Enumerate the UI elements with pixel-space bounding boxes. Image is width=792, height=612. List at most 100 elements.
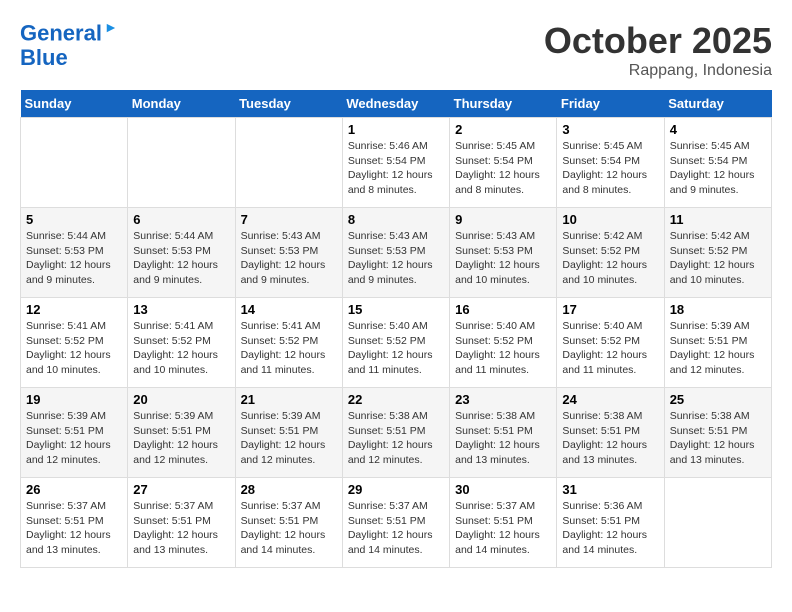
calendar-cell: 5 Sunrise: 5:44 AM Sunset: 5:53 PM Daylig… (21, 208, 128, 298)
day-detail: Sunrise: 5:37 AM Sunset: 5:51 PM Dayligh… (348, 499, 444, 558)
day-detail: Sunrise: 5:39 AM Sunset: 5:51 PM Dayligh… (670, 319, 766, 378)
day-number: 21 (241, 392, 337, 407)
day-number: 30 (455, 482, 551, 497)
calendar-cell (235, 118, 342, 208)
day-number: 13 (133, 302, 229, 317)
day-detail: Sunrise: 5:41 AM Sunset: 5:52 PM Dayligh… (241, 319, 337, 378)
day-number: 10 (562, 212, 658, 227)
logo-arrow: ► (104, 19, 118, 35)
header-wednesday: Wednesday (342, 90, 449, 118)
day-number: 25 (670, 392, 766, 407)
calendar-table: SundayMondayTuesdayWednesdayThursdayFrid… (20, 90, 772, 568)
header-saturday: Saturday (664, 90, 771, 118)
calendar-cell: 23 Sunrise: 5:38 AM Sunset: 5:51 PM Dayli… (450, 388, 557, 478)
day-number: 28 (241, 482, 337, 497)
logo-blue: Blue (20, 46, 118, 70)
calendar-cell (21, 118, 128, 208)
day-detail: Sunrise: 5:37 AM Sunset: 5:51 PM Dayligh… (133, 499, 229, 558)
day-number: 29 (348, 482, 444, 497)
calendar-cell (664, 478, 771, 568)
day-detail: Sunrise: 5:37 AM Sunset: 5:51 PM Dayligh… (26, 499, 122, 558)
day-number: 9 (455, 212, 551, 227)
logo-text: General► Blue (20, 20, 118, 70)
calendar-week-row: 12 Sunrise: 5:41 AM Sunset: 5:52 PM Dayli… (21, 298, 772, 388)
day-number: 6 (133, 212, 229, 227)
logo: General► Blue (20, 20, 118, 70)
day-detail: Sunrise: 5:38 AM Sunset: 5:51 PM Dayligh… (455, 409, 551, 468)
calendar-week-row: 5 Sunrise: 5:44 AM Sunset: 5:53 PM Daylig… (21, 208, 772, 298)
day-detail: Sunrise: 5:45 AM Sunset: 5:54 PM Dayligh… (670, 139, 766, 198)
day-detail: Sunrise: 5:44 AM Sunset: 5:53 PM Dayligh… (26, 229, 122, 288)
day-number: 1 (348, 122, 444, 137)
calendar-cell: 3Sunrise: 5:45 AM Sunset: 5:54 PM Daylig… (557, 118, 664, 208)
day-number: 26 (26, 482, 122, 497)
day-number: 8 (348, 212, 444, 227)
day-detail: Sunrise: 5:36 AM Sunset: 5:51 PM Dayligh… (562, 499, 658, 558)
calendar-cell: 25Sunrise: 5:38 AM Sunset: 5:51 PM Dayli… (664, 388, 771, 478)
day-detail: Sunrise: 5:37 AM Sunset: 5:51 PM Dayligh… (455, 499, 551, 558)
day-detail: Sunrise: 5:43 AM Sunset: 5:53 PM Dayligh… (348, 229, 444, 288)
day-number: 15 (348, 302, 444, 317)
day-number: 12 (26, 302, 122, 317)
day-number: 5 (26, 212, 122, 227)
day-number: 14 (241, 302, 337, 317)
header-thursday: Thursday (450, 90, 557, 118)
day-number: 31 (562, 482, 658, 497)
calendar-cell: 18 Sunrise: 5:39 AM Sunset: 5:51 PM Dayli… (664, 298, 771, 388)
calendar-week-row: 19 Sunrise: 5:39 AM Sunset: 5:51 PM Dayli… (21, 388, 772, 478)
calendar-cell: 7 Sunrise: 5:43 AM Sunset: 5:53 PM Daylig… (235, 208, 342, 298)
calendar-cell (128, 118, 235, 208)
day-detail: Sunrise: 5:39 AM Sunset: 5:51 PM Dayligh… (241, 409, 337, 468)
calendar-cell: 30 Sunrise: 5:37 AM Sunset: 5:51 PM Dayli… (450, 478, 557, 568)
day-number: 11 (670, 212, 766, 227)
calendar-cell: 16 Sunrise: 5:40 AM Sunset: 5:52 PM Dayli… (450, 298, 557, 388)
calendar-cell: 4Sunrise: 5:45 AM Sunset: 5:54 PM Daylig… (664, 118, 771, 208)
day-detail: Sunrise: 5:38 AM Sunset: 5:51 PM Dayligh… (348, 409, 444, 468)
header-tuesday: Tuesday (235, 90, 342, 118)
day-number: 3 (562, 122, 658, 137)
day-detail: Sunrise: 5:40 AM Sunset: 5:52 PM Dayligh… (562, 319, 658, 378)
day-detail: Sunrise: 5:39 AM Sunset: 5:51 PM Dayligh… (26, 409, 122, 468)
calendar-cell: 24Sunrise: 5:38 AM Sunset: 5:51 PM Dayli… (557, 388, 664, 478)
day-number: 19 (26, 392, 122, 407)
day-detail: Sunrise: 5:43 AM Sunset: 5:53 PM Dayligh… (241, 229, 337, 288)
day-detail: Sunrise: 5:46 AM Sunset: 5:54 PM Dayligh… (348, 139, 444, 198)
day-detail: Sunrise: 5:43 AM Sunset: 5:53 PM Dayligh… (455, 229, 551, 288)
day-number: 23 (455, 392, 551, 407)
location: Rappang, Indonesia (544, 62, 772, 80)
day-number: 18 (670, 302, 766, 317)
calendar-cell: 31 Sunrise: 5:36 AM Sunset: 5:51 PM Dayli… (557, 478, 664, 568)
day-detail: Sunrise: 5:42 AM Sunset: 5:52 PM Dayligh… (562, 229, 658, 288)
day-detail: Sunrise: 5:40 AM Sunset: 5:52 PM Dayligh… (348, 319, 444, 378)
header-sunday: Sunday (21, 90, 128, 118)
calendar-cell: 11 Sunrise: 5:42 AM Sunset: 5:52 PM Dayli… (664, 208, 771, 298)
calendar-cell: 28 Sunrise: 5:37 AM Sunset: 5:51 PM Dayli… (235, 478, 342, 568)
day-detail: Sunrise: 5:40 AM Sunset: 5:52 PM Dayligh… (455, 319, 551, 378)
day-number: 22 (348, 392, 444, 407)
day-number: 24 (562, 392, 658, 407)
day-detail: Sunrise: 5:45 AM Sunset: 5:54 PM Dayligh… (455, 139, 551, 198)
calendar-cell: 19 Sunrise: 5:39 AM Sunset: 5:51 PM Dayli… (21, 388, 128, 478)
day-number: 7 (241, 212, 337, 227)
calendar-cell: 12 Sunrise: 5:41 AM Sunset: 5:52 PM Dayli… (21, 298, 128, 388)
day-detail: Sunrise: 5:42 AM Sunset: 5:52 PM Dayligh… (670, 229, 766, 288)
calendar-cell: 10 Sunrise: 5:42 AM Sunset: 5:52 PM Dayli… (557, 208, 664, 298)
day-number: 2 (455, 122, 551, 137)
day-detail: Sunrise: 5:39 AM Sunset: 5:51 PM Dayligh… (133, 409, 229, 468)
day-detail: Sunrise: 5:44 AM Sunset: 5:53 PM Dayligh… (133, 229, 229, 288)
day-number: 16 (455, 302, 551, 317)
calendar-cell: 8 Sunrise: 5:43 AM Sunset: 5:53 PM Daylig… (342, 208, 449, 298)
calendar-cell: 26 Sunrise: 5:37 AM Sunset: 5:51 PM Dayli… (21, 478, 128, 568)
calendar-cell: 21 Sunrise: 5:39 AM Sunset: 5:51 PM Dayli… (235, 388, 342, 478)
day-detail: Sunrise: 5:37 AM Sunset: 5:51 PM Dayligh… (241, 499, 337, 558)
header-friday: Friday (557, 90, 664, 118)
page-header: General► Blue October 2025 Rappang, Indo… (20, 20, 772, 80)
calendar-cell: 2 Sunrise: 5:45 AM Sunset: 5:54 PM Daylig… (450, 118, 557, 208)
calendar-week-row: 26 Sunrise: 5:37 AM Sunset: 5:51 PM Dayli… (21, 478, 772, 568)
calendar-week-row: 1 Sunrise: 5:46 AM Sunset: 5:54 PM Daylig… (21, 118, 772, 208)
calendar-cell: 29 Sunrise: 5:37 AM Sunset: 5:51 PM Dayli… (342, 478, 449, 568)
day-number: 20 (133, 392, 229, 407)
month-title: October 2025 (544, 20, 772, 62)
day-detail: Sunrise: 5:41 AM Sunset: 5:52 PM Dayligh… (26, 319, 122, 378)
calendar-cell: 22 Sunrise: 5:38 AM Sunset: 5:51 PM Dayli… (342, 388, 449, 478)
